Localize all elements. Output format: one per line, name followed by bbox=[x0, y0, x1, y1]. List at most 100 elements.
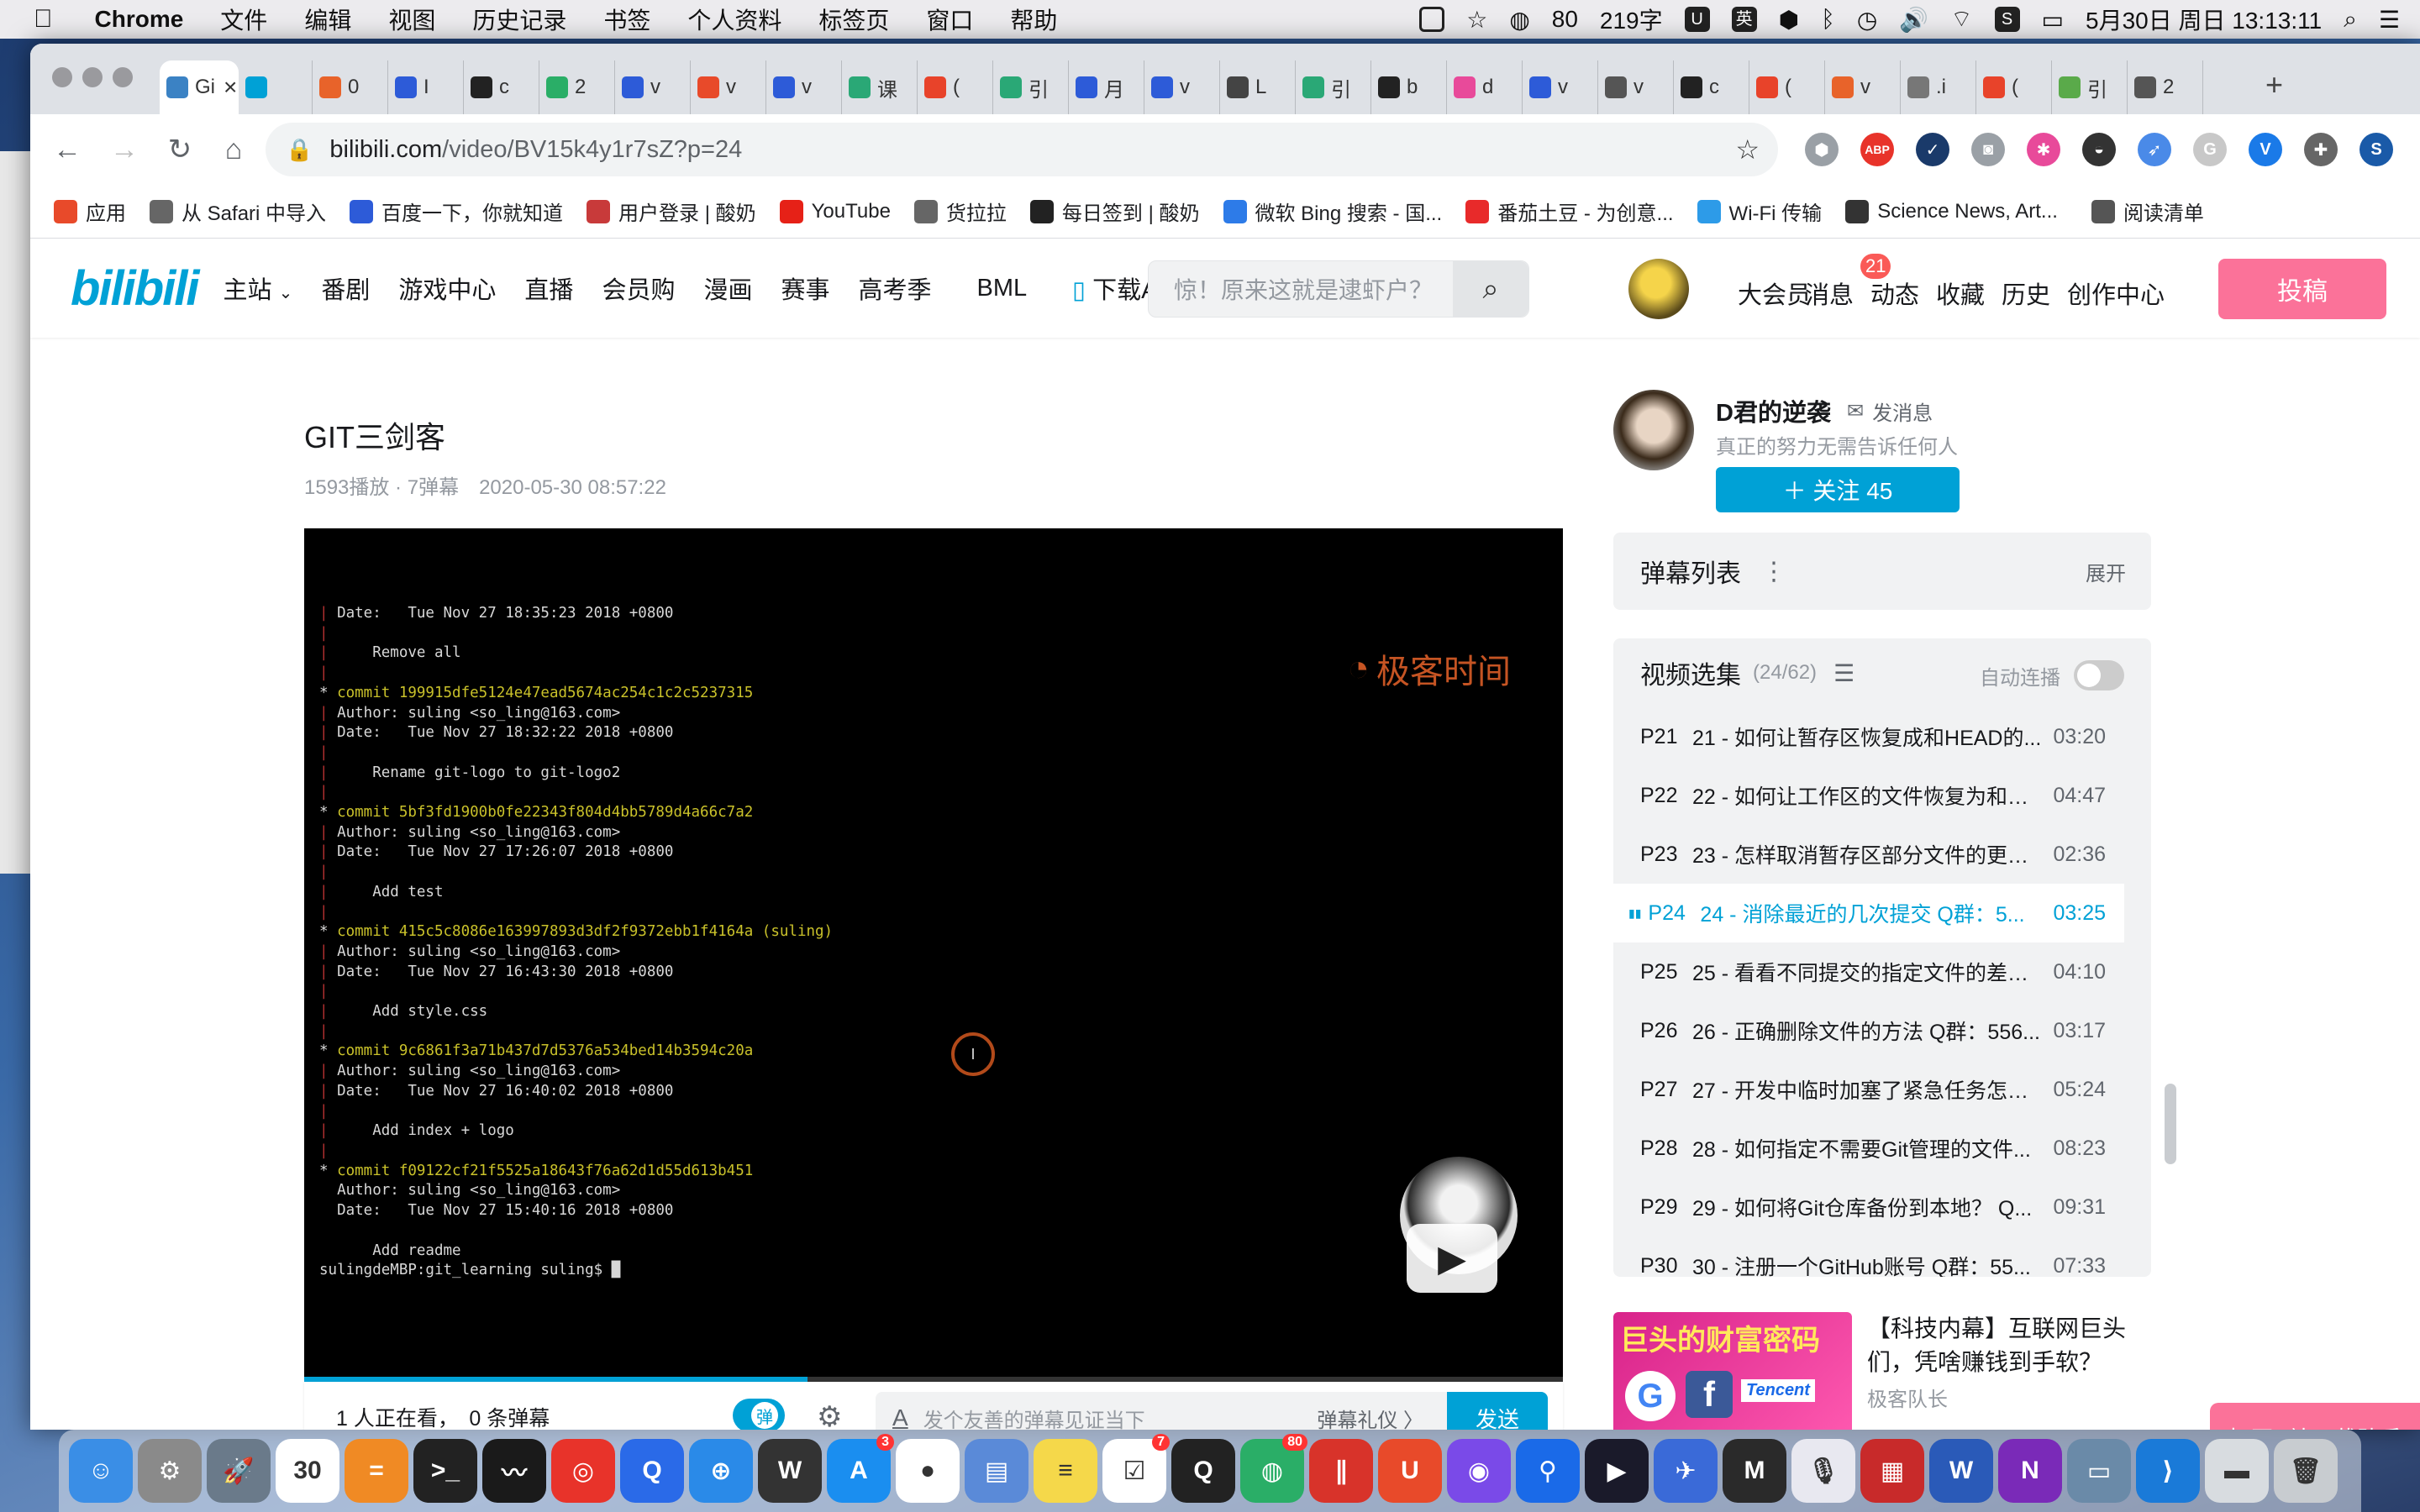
camera-extension-icon[interactable]: ◙ bbox=[1971, 133, 2005, 166]
episode-item[interactable]: ▮▮ P24 24 - 消除最近的几次提交 Q群：5... 03:25 bbox=[1613, 884, 2124, 942]
play-icon[interactable]: ▶ bbox=[1407, 1224, 1497, 1293]
nav-history[interactable]: 历史 bbox=[2002, 276, 2050, 311]
clock[interactable]: 5月30日 周日 13:13:11 bbox=[2086, 3, 2322, 36]
dock-chrome-icon[interactable]: ● bbox=[896, 1439, 960, 1503]
danmaku-list-panel[interactable]: 弹幕列表 ⋮ 展开 bbox=[1613, 533, 2151, 610]
danmaku-settings-icon[interactable]: ⚙ bbox=[817, 1400, 842, 1430]
episode-item[interactable]: P29 29 - 如何将Git仓库备份到本地？ Q... 09:31 bbox=[1613, 1178, 2124, 1236]
window-zoom-button[interactable] bbox=[113, 67, 133, 87]
nav-messages[interactable]: 消息 bbox=[1805, 276, 1854, 311]
tab-12[interactable]: 月 bbox=[1069, 60, 1144, 114]
tab-7[interactable]: v bbox=[691, 60, 766, 114]
menu-view[interactable]: 视图 bbox=[388, 3, 435, 36]
battery-icon[interactable]: ▭ bbox=[2042, 6, 2064, 34]
dock-parallels-icon[interactable]: ∥ bbox=[1309, 1439, 1373, 1503]
bookmark-5[interactable]: 货拉拉 bbox=[913, 197, 1007, 226]
dock-notes-icon[interactable]: ≡ bbox=[1034, 1439, 1097, 1503]
dock-terminal-icon[interactable]: >_ bbox=[413, 1439, 477, 1503]
nav-gaokao[interactable]: 高考季 bbox=[858, 270, 931, 306]
dock-onenote-icon[interactable]: N bbox=[1998, 1439, 2062, 1503]
episode-item[interactable]: P23 23 - 怎样取消暂存区部分文件的更改... 02:36 bbox=[1613, 825, 2124, 884]
tab-1[interactable] bbox=[239, 60, 313, 114]
spotlight-search-icon[interactable]: ⌕ bbox=[2344, 6, 2357, 34]
dock-vscode-icon[interactable]: ⟩ bbox=[2136, 1439, 2200, 1503]
nav-bml[interactable]: BML bbox=[977, 275, 1028, 302]
episode-item[interactable]: P28 28 - 如何指定不需要Git管理的文件... 08:23 bbox=[1613, 1119, 2124, 1178]
episode-item[interactable]: P25 25 - 看看不同提交的指定文件的差异 ... 04:10 bbox=[1613, 942, 2124, 1001]
dock-screen-app-icon[interactable]: ▬ bbox=[2205, 1439, 2269, 1503]
dock-code-editor-icon[interactable]: M bbox=[1723, 1439, 1786, 1503]
window-close-button[interactable] bbox=[52, 67, 72, 87]
tab-5[interactable]: 2 bbox=[539, 60, 615, 114]
download-helper-button[interactable]: 打开B站下载助手 bbox=[2210, 1403, 2420, 1430]
bookmark-10[interactable]: Science News, Art... bbox=[1845, 199, 2058, 223]
menu-profiles[interactable]: 个人资料 bbox=[687, 3, 781, 36]
search-icon[interactable]: ⌕ bbox=[1453, 261, 1528, 317]
dock-trash-icon[interactable]: 🗑 bbox=[2274, 1439, 2338, 1503]
dock-reminders-icon[interactable]: ☑ 7 bbox=[1102, 1434, 1170, 1503]
uploader-name[interactable]: D君的逆袭 bbox=[1716, 393, 1831, 428]
dock-wolf-app-icon[interactable]: W bbox=[758, 1439, 822, 1503]
nav-bangumi[interactable]: 番剧 bbox=[321, 270, 370, 306]
danmaku-etiquette-link[interactable]: 弹幕礼仪 〉 bbox=[1317, 1404, 1423, 1431]
tab-15[interactable]: 引 bbox=[1296, 60, 1371, 114]
input-method-indicator[interactable]: 英 bbox=[1731, 7, 1757, 32]
dock-github-desktop-icon[interactable]: ◉ bbox=[1447, 1439, 1511, 1503]
bilibili-logo[interactable]: bilibili bbox=[71, 260, 200, 317]
tab-22[interactable]: v bbox=[1825, 60, 1901, 114]
dock-calculator-icon[interactable]: = bbox=[345, 1439, 408, 1503]
bookmark-star-icon[interactable]: ☆ bbox=[1735, 134, 1760, 165]
menu-file[interactable]: 文件 bbox=[220, 3, 267, 36]
rocket-extension-icon[interactable]: ➶ bbox=[2138, 133, 2171, 166]
menu-history[interactable]: 历史记录 bbox=[472, 3, 566, 36]
nav-vip[interactable]: 大会员 bbox=[1738, 276, 1811, 311]
tab-6[interactable]: v bbox=[615, 60, 691, 114]
follow-button[interactable]: ＋ 关注 45 bbox=[1716, 467, 1960, 512]
dock-qq-icon[interactable]: Q bbox=[1171, 1439, 1235, 1503]
tab-8[interactable]: v bbox=[766, 60, 842, 114]
nav-esports[interactable]: 赛事 bbox=[781, 270, 829, 306]
dock-maps-pin-icon[interactable]: ⚲ bbox=[1516, 1439, 1580, 1503]
tab-11[interactable]: 引 bbox=[993, 60, 1069, 114]
shield-icon[interactable]: ⬢ bbox=[1779, 6, 1799, 34]
apple-menu-icon[interactable]:  bbox=[34, 5, 53, 34]
upload-button[interactable]: 投稿 bbox=[2218, 259, 2386, 319]
user-avatar[interactable] bbox=[1628, 259, 1689, 319]
dock-safari-icon[interactable]: ⊕ bbox=[689, 1439, 753, 1503]
dock-infuse-icon[interactable]: ▶ bbox=[1585, 1439, 1649, 1503]
back-arrow-icon[interactable]: ← bbox=[44, 126, 91, 173]
dock-preview-icon[interactable]: ▤ bbox=[965, 1439, 1028, 1503]
wechat-status-icon[interactable]: ◍ bbox=[1509, 6, 1529, 34]
episode-item[interactable]: P27 27 - 开发中临时加塞了紧急任务怎么... 05:24 bbox=[1613, 1060, 2124, 1119]
menu-tabs[interactable]: 标签页 bbox=[818, 3, 889, 36]
tab-2[interactable]: 0 bbox=[313, 60, 388, 114]
screenshot-tool-icon[interactable] bbox=[1419, 7, 1445, 32]
nav-game-center[interactable]: 游戏中心 bbox=[398, 270, 496, 306]
menu-window[interactable]: 窗口 bbox=[926, 3, 973, 36]
send-danmaku-button[interactable]: 发送 bbox=[1447, 1392, 1548, 1430]
bookmark-8[interactable]: 番茄土豆 - 为创意... bbox=[1465, 197, 1674, 226]
tab-24[interactable]: ( bbox=[1976, 60, 2052, 114]
bookmark-1[interactable]: 从 Safari 中导入 bbox=[150, 197, 326, 226]
menu-edit[interactable]: 编辑 bbox=[304, 3, 351, 36]
tab-16[interactable]: b bbox=[1371, 60, 1447, 114]
nav-live[interactable]: 直播 bbox=[524, 270, 573, 306]
bookmark-4[interactable]: YouTube bbox=[779, 199, 891, 223]
tab-close-icon[interactable]: × bbox=[224, 74, 237, 101]
adblock-plus-icon[interactable]: ABP bbox=[1860, 133, 1894, 166]
dock-calendar-icon[interactable]: 30 bbox=[276, 1439, 339, 1503]
episode-item[interactable]: P26 26 - 正确删除文件的方法 Q群：556... 03:17 bbox=[1613, 1001, 2124, 1060]
playlist-scrollbar[interactable] bbox=[2165, 1084, 2176, 1164]
tab-0[interactable]: Gi × bbox=[160, 60, 239, 114]
wifi-icon[interactable]: ⌔ bbox=[1950, 5, 1972, 34]
send-message-link[interactable]: ✉ 发消息 bbox=[1847, 396, 1933, 426]
bookmark-6[interactable]: 每日签到 | 酸奶 bbox=[1029, 197, 1200, 226]
tab-14[interactable]: L bbox=[1220, 60, 1296, 114]
time-machine-icon[interactable]: ◷ bbox=[1857, 6, 1877, 34]
dock-app-store-icon[interactable]: A3 bbox=[827, 1434, 894, 1503]
address-bar[interactable]: 🔒 bilibili.com/video/BV15k4y1r7sZ?p=24 ☆ bbox=[266, 123, 1778, 176]
new-tab-icon[interactable]: + bbox=[2265, 67, 2283, 102]
dock-xcode-instruments-icon[interactable]: ✈ bbox=[1654, 1439, 1718, 1503]
pinwheel-extension-icon[interactable]: ✱ bbox=[2027, 133, 2060, 166]
nav-dynamic[interactable]: 动态 bbox=[1870, 276, 1919, 311]
